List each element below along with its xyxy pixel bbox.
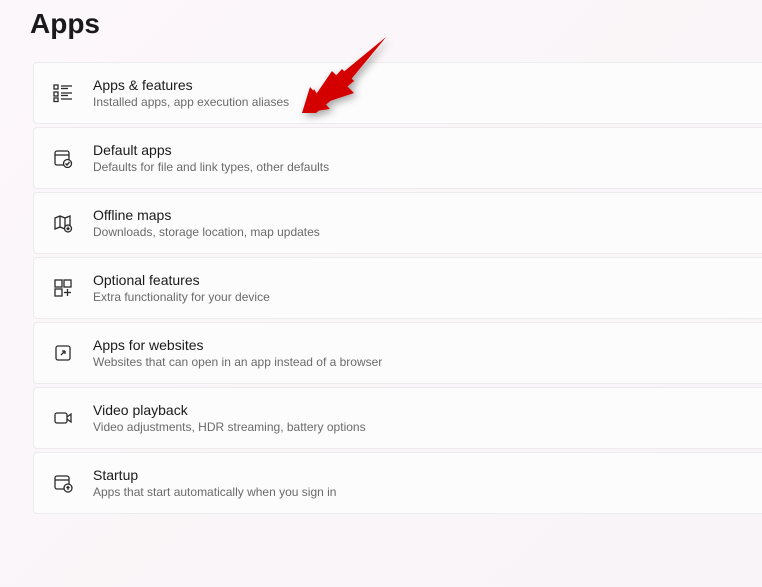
item-text: Apps for websites Websites that can open…: [93, 337, 382, 369]
item-text: Default apps Defaults for file and link …: [93, 142, 329, 174]
item-title: Offline maps: [93, 207, 320, 223]
item-default-apps[interactable]: Default apps Defaults for file and link …: [33, 127, 762, 189]
item-subtitle: Installed apps, app execution aliases: [93, 95, 289, 109]
item-subtitle: Apps that start automatically when you s…: [93, 485, 336, 499]
apps-websites-icon: [53, 343, 73, 363]
optional-features-icon: [53, 278, 73, 298]
item-title: Optional features: [93, 272, 270, 288]
item-apps-websites[interactable]: Apps for websites Websites that can open…: [33, 322, 762, 384]
offline-maps-icon: [53, 213, 73, 233]
item-offline-maps[interactable]: Offline maps Downloads, storage location…: [33, 192, 762, 254]
item-text: Video playback Video adjustments, HDR st…: [93, 402, 366, 434]
item-startup[interactable]: Startup Apps that start automatically wh…: [33, 452, 762, 514]
default-apps-icon: [53, 148, 73, 168]
item-text: Optional features Extra functionality fo…: [93, 272, 270, 304]
video-playback-icon: [53, 408, 73, 428]
settings-list: Apps & features Installed apps, app exec…: [33, 62, 762, 514]
item-subtitle: Websites that can open in an app instead…: [93, 355, 382, 369]
item-subtitle: Extra functionality for your device: [93, 290, 270, 304]
item-title: Video playback: [93, 402, 366, 418]
item-subtitle: Video adjustments, HDR streaming, batter…: [93, 420, 366, 434]
apps-features-icon: [53, 83, 73, 103]
item-text: Apps & features Installed apps, app exec…: [93, 77, 289, 109]
item-title: Default apps: [93, 142, 329, 158]
startup-icon: [53, 473, 73, 493]
item-optional-features[interactable]: Optional features Extra functionality fo…: [33, 257, 762, 319]
item-title: Startup: [93, 467, 336, 483]
item-video-playback[interactable]: Video playback Video adjustments, HDR st…: [33, 387, 762, 449]
item-subtitle: Defaults for file and link types, other …: [93, 160, 329, 174]
item-title: Apps & features: [93, 77, 289, 93]
item-text: Startup Apps that start automatically wh…: [93, 467, 336, 499]
item-title: Apps for websites: [93, 337, 382, 353]
item-text: Offline maps Downloads, storage location…: [93, 207, 320, 239]
item-subtitle: Downloads, storage location, map updates: [93, 225, 320, 239]
page-title: Apps: [30, 8, 762, 40]
item-apps-features[interactable]: Apps & features Installed apps, app exec…: [33, 62, 762, 124]
